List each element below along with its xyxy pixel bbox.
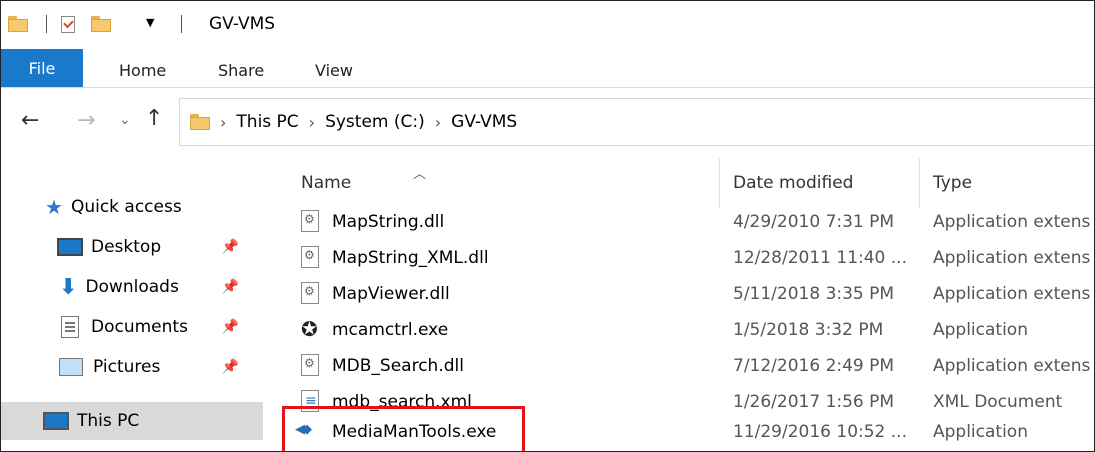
breadcrumb-separator-icon[interactable]: › bbox=[309, 113, 315, 132]
title-separator bbox=[181, 15, 182, 33]
file-row[interactable]: MapViewer.dll 5/11/2018 3:35 PM Applicat… bbox=[273, 277, 1094, 311]
tab-view[interactable]: View bbox=[315, 61, 353, 80]
nav-item-label: Downloads bbox=[85, 277, 179, 297]
address-bar[interactable]: › This PC › System (C:) › GV-VMS bbox=[179, 98, 1094, 146]
file-row[interactable]: MapString.dll 4/29/2010 7:31 PM Applicat… bbox=[273, 205, 1094, 239]
title-bar bbox=[1, 1, 1094, 45]
documents-icon bbox=[61, 316, 79, 338]
nav-item-label: Pictures bbox=[93, 357, 161, 377]
column-header-date-modified[interactable]: Date modified bbox=[733, 173, 853, 193]
file-date: 12/28/2011 11:40 ... bbox=[733, 248, 907, 268]
this-pc-icon bbox=[43, 412, 69, 430]
file-date: 11/29/2016 10:52 ... bbox=[733, 422, 907, 442]
breadcrumb-system-c[interactable]: System (C:) bbox=[325, 112, 425, 132]
downloads-icon: ⬇ bbox=[59, 274, 78, 300]
navigation-pane: ★ Quick access Desktop 📌 ⬇ Downloads 📌 D… bbox=[1, 158, 263, 451]
file-date: 7/12/2016 2:49 PM bbox=[733, 356, 895, 376]
file-row[interactable]: MDB_Search.dll 7/12/2016 2:49 PM Applica… bbox=[273, 349, 1094, 383]
nav-quick-access[interactable]: ★ Quick access bbox=[1, 188, 263, 226]
file-type: Application extens bbox=[933, 248, 1091, 268]
column-header-type[interactable]: Type bbox=[933, 173, 972, 193]
nav-item-label: Desktop bbox=[91, 237, 162, 257]
recent-locations-chevron-icon[interactable]: ⌄ bbox=[119, 112, 131, 128]
sort-ascending-icon: ︿ bbox=[413, 167, 427, 182]
file-row[interactable]: mcamctrl.exe 1/5/2018 3:32 PM Applicatio… bbox=[273, 313, 1094, 347]
breadcrumb-separator-icon[interactable]: › bbox=[435, 113, 441, 132]
window-title: GV-VMS bbox=[209, 14, 276, 34]
file-date: 4/29/2010 7:31 PM bbox=[733, 212, 895, 232]
dll-icon bbox=[301, 210, 319, 232]
quick-access-toolbar bbox=[8, 11, 111, 37]
file-name: MDB_Search.dll bbox=[332, 356, 464, 376]
file-row[interactable]: MapString_XML.dll 12/28/2011 11:40 ... A… bbox=[273, 241, 1094, 275]
nav-item-pictures[interactable]: Pictures 📌 bbox=[1, 348, 263, 386]
exe-icon bbox=[301, 317, 319, 341]
back-arrow-icon[interactable]: ← bbox=[21, 108, 39, 133]
file-type: Application extens bbox=[933, 284, 1091, 304]
tab-home[interactable]: Home bbox=[119, 61, 166, 80]
file-name: MapString_XML.dll bbox=[332, 248, 489, 268]
star-icon: ★ bbox=[45, 195, 63, 219]
file-name: MapString.dll bbox=[332, 212, 445, 232]
up-arrow-icon[interactable]: ↑ bbox=[145, 106, 163, 131]
file-date: 1/26/2017 1:56 PM bbox=[733, 392, 895, 412]
nav-quick-access-label: Quick access bbox=[70, 197, 182, 217]
dll-icon bbox=[301, 282, 319, 304]
forward-arrow-icon[interactable]: → bbox=[77, 108, 95, 133]
file-date: 1/5/2018 3:32 PM bbox=[733, 320, 884, 340]
file-name: MapViewer.dll bbox=[332, 284, 450, 304]
folder-icon[interactable] bbox=[8, 16, 28, 32]
tab-file[interactable]: File bbox=[1, 49, 83, 87]
customize-toolbar-icon[interactable]: ▼ bbox=[146, 16, 154, 29]
file-name: mcamctrl.exe bbox=[332, 320, 449, 340]
toolbar-separator bbox=[46, 15, 47, 33]
highlight-box bbox=[282, 406, 525, 451]
pictures-icon bbox=[59, 358, 83, 376]
explorer-window: ▼ GV-VMS File Home Share View ← → ⌄ ↑ › … bbox=[0, 0, 1095, 452]
properties-icon[interactable] bbox=[61, 15, 75, 33]
breadcrumb-gv-vms[interactable]: GV-VMS bbox=[451, 112, 517, 132]
nav-item-desktop[interactable]: Desktop 📌 bbox=[1, 228, 263, 266]
pin-icon[interactable]: 📌 bbox=[222, 319, 239, 335]
column-header-name[interactable]: Name bbox=[301, 173, 351, 193]
nav-this-pc[interactable]: This PC bbox=[1, 402, 263, 440]
tab-share[interactable]: Share bbox=[218, 61, 264, 80]
pin-icon[interactable]: 📌 bbox=[222, 279, 239, 295]
file-type: Application bbox=[933, 422, 1028, 442]
pin-icon[interactable]: 📌 bbox=[222, 239, 239, 255]
pin-icon[interactable]: 📌 bbox=[222, 359, 239, 375]
nav-this-pc-label: This PC bbox=[77, 411, 140, 431]
file-date: 5/11/2018 3:35 PM bbox=[733, 284, 895, 304]
file-type: Application extens bbox=[933, 356, 1091, 376]
dll-icon bbox=[301, 246, 319, 268]
nav-item-downloads[interactable]: ⬇ Downloads 📌 bbox=[1, 268, 263, 306]
file-type: Application extens bbox=[933, 212, 1091, 232]
column-divider[interactable] bbox=[719, 158, 720, 208]
column-divider[interactable] bbox=[919, 158, 920, 208]
address-folder-icon bbox=[190, 114, 210, 130]
dll-icon bbox=[301, 354, 319, 376]
nav-item-label: Documents bbox=[91, 317, 188, 337]
nav-item-documents[interactable]: Documents 📌 bbox=[1, 308, 263, 346]
breadcrumb-separator-icon[interactable]: › bbox=[220, 113, 226, 132]
new-folder-icon[interactable] bbox=[91, 16, 111, 32]
breadcrumb-this-pc[interactable]: This PC bbox=[236, 112, 298, 132]
desktop-icon bbox=[57, 238, 83, 256]
file-type: Application bbox=[933, 320, 1028, 340]
file-type: XML Document bbox=[933, 392, 1063, 412]
